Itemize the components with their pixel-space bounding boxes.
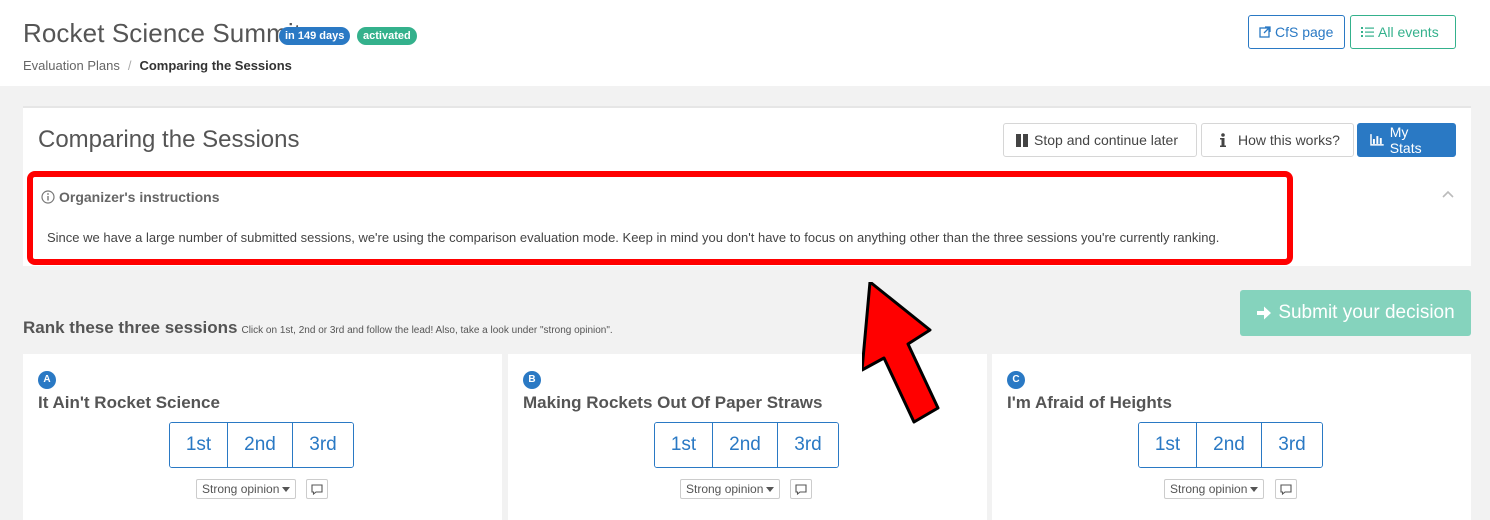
- comment-button[interactable]: [790, 479, 812, 499]
- instructions-heading[interactable]: Organizer's instructions: [41, 189, 219, 205]
- rank-button-group: 1st 2nd 3rd: [1138, 422, 1323, 468]
- stop-continue-label: Stop and continue later: [1034, 132, 1178, 148]
- arrow-right-icon: [1257, 306, 1272, 320]
- session-letter-badge: C: [1007, 371, 1025, 389]
- status-badge: activated: [357, 27, 417, 45]
- all-events-label: All events: [1378, 24, 1439, 40]
- page-title: Comparing the Sessions: [38, 126, 300, 153]
- comment-icon: [1280, 483, 1292, 495]
- evaluation-panel: Comparing the Sessions Stop and continue…: [23, 106, 1471, 266]
- list-icon: [1361, 27, 1374, 37]
- stop-continue-button[interactable]: Stop and continue later: [1003, 123, 1197, 157]
- session-card-c: C I'm Afraid of Heights 1st 2nd 3rd Stro…: [992, 354, 1471, 520]
- bar-chart-icon: [1370, 134, 1384, 146]
- caret-down-icon: [766, 486, 775, 492]
- rank-1st-button[interactable]: 1st: [1139, 423, 1197, 467]
- breadcrumb-evaluation-plans[interactable]: Evaluation Plans: [23, 58, 120, 73]
- strong-opinion-dropdown[interactable]: Strong opinion: [1164, 479, 1265, 499]
- strong-opinion-dropdown[interactable]: Strong opinion: [680, 479, 781, 499]
- rank-heading: Rank these three sessions Click on 1st, 2…: [23, 318, 613, 338]
- comment-button[interactable]: [306, 479, 328, 499]
- session-title: Making Rockets Out Of Paper Straws: [523, 393, 823, 412]
- breadcrumb: Evaluation Plans / Comparing the Sessions: [23, 58, 292, 73]
- session-letter-badge: A: [38, 371, 56, 389]
- rank-2nd-button[interactable]: 2nd: [228, 423, 293, 467]
- breadcrumb-current: Comparing the Sessions: [139, 58, 292, 73]
- session-card-a: A It Ain't Rocket Science 1st 2nd 3rd St…: [23, 354, 502, 520]
- rank-hint: Click on 1st, 2nd or 3rd and follow the …: [241, 325, 613, 336]
- comment-icon: [795, 483, 807, 495]
- comment-icon: [311, 483, 323, 495]
- session-letter-badge: B: [523, 371, 541, 389]
- my-stats-button[interactable]: My Stats: [1357, 123, 1456, 157]
- event-title: Rocket Science Summit: [23, 18, 302, 48]
- caret-down-icon: [1250, 486, 1259, 492]
- info-icon: [1220, 132, 1226, 147]
- breadcrumb-separator: /: [127, 58, 132, 73]
- cfs-page-label: CfS page: [1275, 24, 1334, 40]
- caret-down-icon: [282, 486, 291, 492]
- strong-opinion-label: Strong opinion: [202, 482, 280, 496]
- rank-button-group: 1st 2nd 3rd: [169, 422, 354, 468]
- rank-2nd-button[interactable]: 2nd: [1197, 423, 1262, 467]
- rank-3rd-button[interactable]: 3rd: [293, 423, 353, 467]
- comment-button[interactable]: [1275, 479, 1297, 499]
- cfs-page-button[interactable]: CfS page: [1248, 15, 1345, 49]
- external-link-icon: [1259, 26, 1271, 38]
- rank-1st-button[interactable]: 1st: [170, 423, 228, 467]
- how-it-works-label: How this works?: [1238, 132, 1340, 148]
- days-badge: in 149 days: [279, 27, 351, 45]
- how-it-works-button[interactable]: How this works?: [1201, 123, 1354, 157]
- rank-button-group: 1st 2nd 3rd: [654, 422, 839, 468]
- strong-opinion-dropdown[interactable]: Strong opinion: [196, 479, 297, 499]
- strong-opinion-label: Strong opinion: [1170, 482, 1248, 496]
- session-title: It Ain't Rocket Science: [38, 393, 220, 412]
- annotation-arrow-icon: [862, 282, 940, 424]
- strong-opinion-label: Strong opinion: [686, 482, 764, 496]
- instructions-text: Since we have a large number of submitte…: [47, 230, 1220, 245]
- pause-icon: [1016, 133, 1028, 147]
- rank-2nd-button[interactable]: 2nd: [713, 423, 778, 467]
- submit-decision-label: Submit your decision: [1278, 302, 1455, 323]
- session-title: I'm Afraid of Heights: [1007, 393, 1172, 412]
- chevron-up-icon[interactable]: [1442, 190, 1454, 198]
- submit-decision-button[interactable]: Submit your decision: [1240, 290, 1471, 336]
- organizer-instructions: Organizer's instructions Since we have a…: [27, 171, 1293, 265]
- rank-title: Rank these three sessions: [23, 318, 238, 337]
- all-events-button[interactable]: All events: [1350, 15, 1456, 49]
- info-circle-icon: [41, 190, 55, 204]
- top-bar: Rocket Science Summit in 149 days activa…: [0, 0, 1490, 86]
- instructions-heading-label: Organizer's instructions: [59, 189, 220, 205]
- rank-3rd-button[interactable]: 3rd: [1262, 423, 1322, 467]
- rank-3rd-button[interactable]: 3rd: [778, 423, 838, 467]
- my-stats-label: My Stats: [1389, 124, 1422, 156]
- rank-1st-button[interactable]: 1st: [655, 423, 713, 467]
